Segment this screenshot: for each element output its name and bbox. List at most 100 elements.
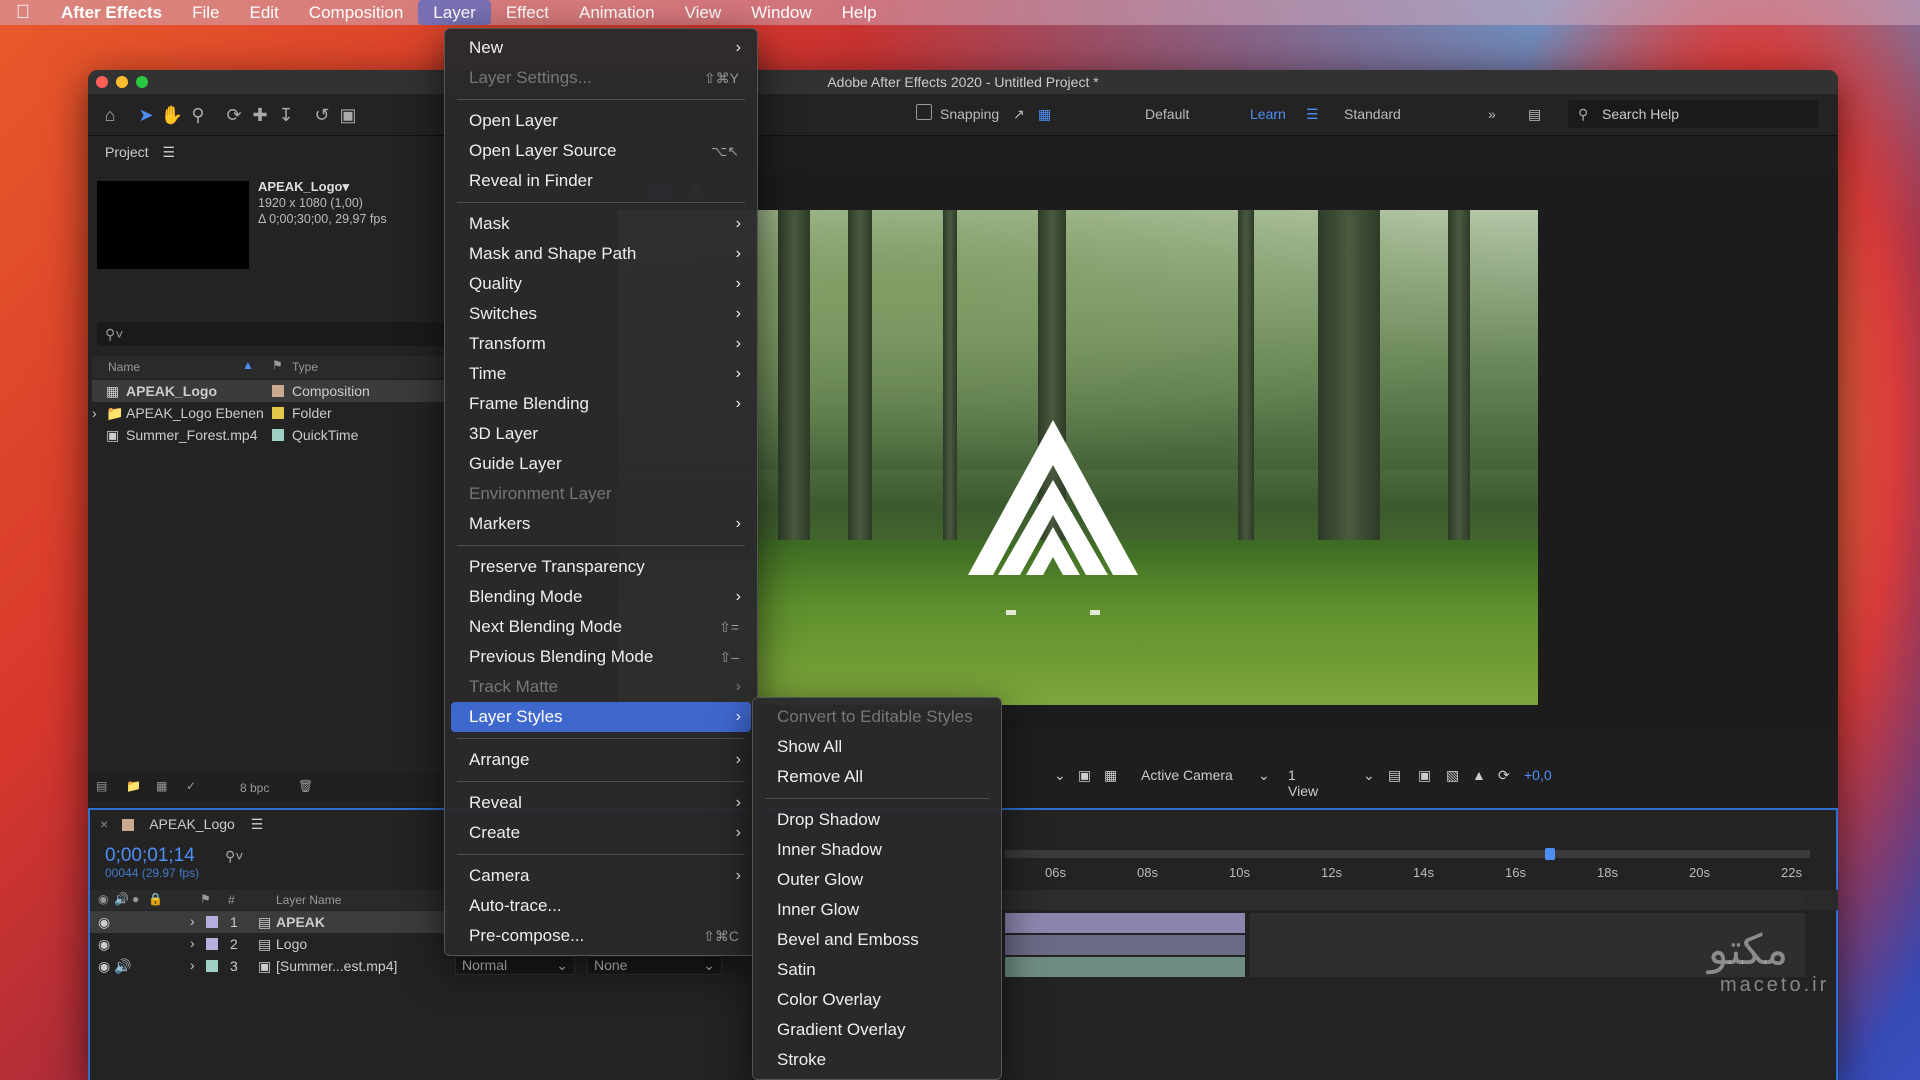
label-color-swatch[interactable]: [272, 407, 284, 419]
workspace-learn[interactable]: Learn: [1250, 106, 1286, 122]
timeline-search-icon[interactable]: ⚲˅: [225, 848, 243, 865]
project-search-input[interactable]: ⚲˅: [97, 322, 447, 346]
solo-switch-icon[interactable]: ●: [132, 892, 139, 906]
layer-duration-bar[interactable]: [1005, 957, 1245, 977]
label-color-swatch[interactable]: [272, 429, 284, 441]
selection-tool-icon[interactable]: ➤: [134, 103, 158, 127]
search-help-input[interactable]: ⚲ Search Help: [1568, 100, 1818, 128]
menu-item-new[interactable]: New ›: [451, 33, 751, 63]
workspace-standard[interactable]: Standard: [1344, 106, 1401, 122]
menu-item-preserve-transparency[interactable]: Preserve Transparency: [451, 552, 751, 582]
minimize-window-button[interactable]: [116, 76, 128, 88]
workspace-default[interactable]: Default: [1145, 106, 1189, 122]
layer-name-header[interactable]: Layer Name: [276, 893, 341, 907]
selected-item-name[interactable]: APEAK_Logo▾: [258, 179, 387, 195]
close-window-button[interactable]: [96, 76, 108, 88]
pixel-aspect-icon[interactable]: ▤: [1388, 767, 1401, 784]
menu-item-transform[interactable]: Transform ›: [451, 329, 751, 359]
type-column-header[interactable]: Type: [292, 360, 318, 374]
layer-duration-bar[interactable]: [1005, 913, 1245, 933]
label-column-icon[interactable]: ⚑: [200, 892, 211, 906]
camera-chevron-icon[interactable]: ⌄: [1258, 767, 1270, 784]
menu-item-quality[interactable]: Quality ›: [451, 269, 751, 299]
menu-item-drop-shadow[interactable]: Drop Shadow: [759, 805, 995, 835]
menu-item-open-layer-source[interactable]: Open Layer Source ⌥↖: [451, 136, 751, 166]
track-matte-select[interactable]: None ⌄: [587, 956, 722, 975]
view-chevron-icon[interactable]: ⌄: [1363, 767, 1375, 784]
menu-item-bevel-and-emboss[interactable]: Bevel and Emboss: [759, 925, 995, 955]
project-item-row[interactable]: › 📁 APEAK_Logo Ebenen Folder: [92, 402, 448, 424]
expand-chevron-icon[interactable]: ›: [92, 405, 97, 421]
panel-menu-icon[interactable]: ☰: [162, 144, 175, 160]
menu-item-3d-layer[interactable]: 3D Layer: [451, 419, 751, 449]
viewer-tab[interactable]: ogo ☰: [618, 170, 1838, 210]
active-camera-select[interactable]: Active Camera: [1141, 767, 1233, 783]
menu-item-outer-glow[interactable]: Outer Glow: [759, 865, 995, 895]
menu-item-guide-layer[interactable]: Guide Layer: [451, 449, 751, 479]
snap-edges-icon[interactable]: ↗: [1013, 106, 1025, 123]
layer-duration-bar[interactable]: [1005, 935, 1245, 955]
menu-item-next-blending-mode[interactable]: Next Blending Mode ⇧=: [451, 612, 751, 642]
region-of-interest-icon[interactable]: ▣: [1078, 767, 1091, 784]
hand-tool-icon[interactable]: ✋: [160, 103, 184, 127]
menubar-window[interactable]: Window: [736, 0, 826, 25]
menubar-edit[interactable]: Edit: [235, 0, 294, 25]
visibility-eye-icon[interactable]: ◉: [98, 936, 110, 953]
menu-item-mask-and-shape-path[interactable]: Mask and Shape Path ›: [451, 239, 751, 269]
menu-item-arrange[interactable]: Arrange ›: [451, 745, 751, 775]
layer-label-swatch[interactable]: [206, 938, 218, 950]
menu-item-camera[interactable]: Camera ›: [451, 861, 751, 891]
exposure-value[interactable]: +0,0: [1524, 767, 1552, 783]
menu-item-pre-compose[interactable]: Pre-compose... ⇧⌘C: [451, 921, 751, 951]
apple-icon[interactable]: : [0, 2, 46, 24]
snap-features-icon[interactable]: ▦: [1038, 106, 1051, 123]
layer-label-swatch[interactable]: [206, 916, 218, 928]
menu-item-time[interactable]: Time ›: [451, 359, 751, 389]
timeline-layer-row[interactable]: ◉ › 1 ▤ APEAK: [90, 911, 450, 933]
close-tab-icon[interactable]: ×: [100, 816, 108, 832]
expand-chevron-icon[interactable]: ›: [190, 935, 195, 951]
apeak-logo-graphic[interactable]: [968, 415, 1138, 636]
menu-item-blending-mode[interactable]: Blending Mode ›: [451, 582, 751, 612]
menubar-file[interactable]: File: [177, 0, 234, 25]
project-panel-tab[interactable]: Project ☰: [88, 136, 448, 168]
project-item-row[interactable]: ▣ Summer_Forest.mp4 QuickTime: [92, 424, 448, 446]
menu-item-frame-blending[interactable]: Frame Blending ›: [451, 389, 751, 419]
menubar-effect[interactable]: Effect: [491, 0, 564, 25]
audio-switch-icon[interactable]: 🔊: [114, 892, 129, 906]
timeline-toggle-icon[interactable]: ▧: [1446, 767, 1459, 784]
timeline-tab[interactable]: × APEAK_Logo ☰: [100, 816, 263, 833]
menu-item-remove-all[interactable]: Remove All: [759, 762, 995, 792]
time-ruler[interactable]: 06s 08s 10s 12s 14s 16s 18s 20s 22s: [1005, 855, 1805, 885]
menu-item-inner-glow[interactable]: Inner Glow: [759, 895, 995, 925]
zoom-tool-icon[interactable]: ⚲: [186, 103, 210, 127]
menubar-layer[interactable]: Layer: [418, 0, 491, 25]
dropdown-chevron-icon[interactable]: ⌄: [1054, 767, 1066, 784]
timeline-layer-row[interactable]: ◉ 🔊 › 3 ▣ [Summer...est.mp4] Normal ⌄ No…: [90, 955, 730, 977]
menubar-animation[interactable]: Animation: [564, 0, 670, 25]
dolly-camera-icon[interactable]: ↧: [274, 103, 298, 127]
menubar-view[interactable]: View: [670, 0, 737, 25]
name-column-header[interactable]: Name: [108, 360, 140, 374]
menu-item-previous-blending-mode[interactable]: Previous Blending Mode ⇧–: [451, 642, 751, 672]
timeline-layer-row[interactable]: ◉ › 2 ▤ Logo: [90, 933, 450, 955]
menu-item-mask[interactable]: Mask ›: [451, 209, 751, 239]
transparency-grid-icon[interactable]: ▦: [1104, 767, 1117, 784]
reset-exposure-icon[interactable]: ⟳: [1498, 767, 1510, 784]
home-icon[interactable]: ⌂: [98, 103, 122, 127]
video-switch-icon[interactable]: ◉: [98, 892, 108, 906]
menubar-help[interactable]: Help: [827, 0, 892, 25]
expand-chevron-icon[interactable]: ›: [190, 913, 195, 929]
menu-item-switches[interactable]: Switches ›: [451, 299, 751, 329]
snapping-checkbox[interactable]: [916, 104, 932, 120]
menu-item-inner-shadow[interactable]: Inner Shadow: [759, 835, 995, 865]
audio-icon[interactable]: 🔊: [114, 958, 131, 975]
label-column-icon[interactable]: ⚑: [272, 358, 283, 372]
more-workspaces-icon[interactable]: »: [1488, 106, 1496, 122]
menu-item-satin[interactable]: Satin: [759, 955, 995, 985]
fast-preview-icon[interactable]: ▣: [1418, 767, 1431, 784]
menu-item-reveal-in-finder[interactable]: Reveal in Finder: [451, 166, 751, 196]
menu-item-markers[interactable]: Markers ›: [451, 509, 751, 539]
workspace-menu-icon[interactable]: ☰: [1306, 106, 1319, 123]
current-timecode[interactable]: 0;00;01;14: [105, 845, 195, 867]
